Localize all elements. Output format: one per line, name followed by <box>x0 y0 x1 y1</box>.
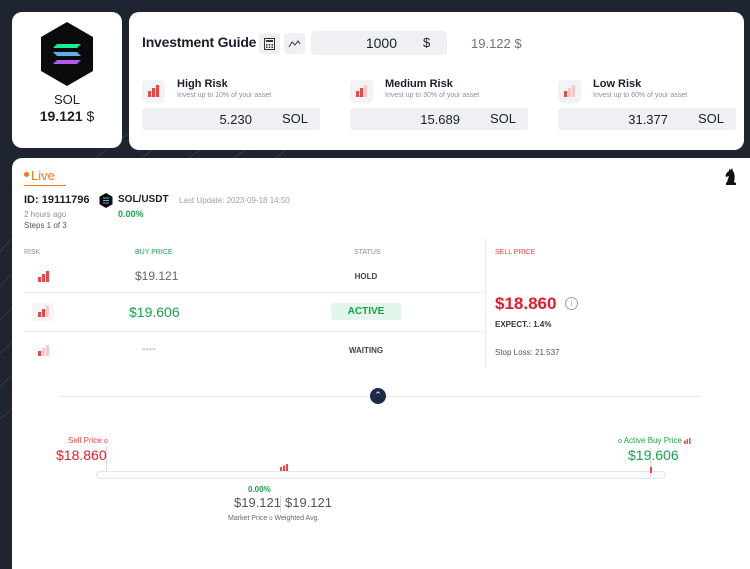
weighted-risk-icon <box>280 464 288 471</box>
risk-low-title: Low Risk <box>593 78 642 90</box>
active-risk-icon <box>684 437 691 444</box>
coin-price: 19.121 $ <box>12 108 122 124</box>
info-icon[interactable]: i <box>565 297 578 310</box>
sell-divider <box>485 238 486 368</box>
stop-loss: Stop Loss: 21.537 <box>495 348 560 357</box>
market-price-value: $19.121 <box>234 495 281 510</box>
coin-card: SOL 19.121 $ <box>12 12 122 148</box>
live-dot-icon <box>24 172 29 178</box>
risk-high-amount: 5.230 SOL <box>142 108 320 130</box>
risk-medium-value: 15.689 <box>420 112 460 127</box>
position-card: Live ID: 19111796 2 hours ago Steps 1 of… <box>12 158 750 569</box>
amount-currency: $ <box>423 35 431 50</box>
risk-high-title: High Risk <box>177 78 228 90</box>
amount-field[interactable]: $ <box>311 31 447 55</box>
last-update: Last Update: 2023-09-18 14:50 <box>179 196 290 205</box>
guide-title: Investment Guide <box>142 34 257 50</box>
risk-medium-unit: SOL <box>489 111 516 126</box>
row-1-status: HOLD <box>354 272 378 281</box>
header-buy-price: BUY PRICE <box>135 249 173 256</box>
coin-price-value: 19.121 <box>39 108 83 124</box>
row-separator <box>24 331 484 332</box>
live-tab[interactable]: Live <box>24 168 55 183</box>
range-active-label: o Active Buy Price <box>618 436 691 445</box>
weighted-avg-value: $19.121 <box>285 495 332 510</box>
solana-logo-icon <box>41 22 93 86</box>
risk-low-icon <box>558 80 581 103</box>
risk-high-row-icon <box>38 271 49 282</box>
coin-price-currency: $ <box>86 108 95 124</box>
header-status: STATUS <box>354 249 381 256</box>
risk-medium-row-icon <box>32 303 54 321</box>
range-sell-label: Sell Price o <box>68 436 108 445</box>
position-id: ID: 19111796 <box>24 194 90 206</box>
risk-high-unit: SOL <box>281 111 308 126</box>
pair-name: SOL/USDT <box>118 194 169 205</box>
expected-profit: EXPECT.: 1.4% <box>495 320 552 329</box>
calculator-button[interactable] <box>259 33 280 54</box>
row-2-status: ACTIVE <box>331 303 401 320</box>
investment-guide-card: Investment Guide $ 19.122 $ High Risk In… <box>129 12 744 150</box>
range-sell-value: $18.860 <box>56 447 107 463</box>
market-change: 0.00% <box>248 485 271 494</box>
risk-high-value: 5.230 <box>219 112 252 127</box>
amount-converted: 19.122 $ <box>471 36 522 51</box>
solana-pair-icon <box>99 193 113 208</box>
position-time-ago: 2 hours ago <box>24 210 67 219</box>
risk-low-amount: 31.377 SOL <box>558 108 736 130</box>
market-weighted-labels: Market Price o Weighted Avg. <box>228 515 320 522</box>
row-3-buy-price: ---- <box>142 344 156 355</box>
risk-medium-desc: Invest up to 30% of your asset <box>385 92 480 99</box>
position-steps: Steps 1 of 3 <box>24 221 67 230</box>
row-3-status: WAITING <box>348 346 384 355</box>
risk-low-unit: SOL <box>697 111 724 126</box>
row-2-buy-price: $19.606 <box>129 304 180 320</box>
sell-price: $18.860 <box>495 294 557 313</box>
risk-medium-title: Medium Risk <box>385 78 453 90</box>
amount-input[interactable] <box>311 31 419 55</box>
chevron-up-icon: ⌃ <box>374 390 382 400</box>
live-tab-underline <box>24 185 66 186</box>
risk-low-desc: Invest up to 60% of your asset <box>593 92 688 99</box>
row-separator <box>24 292 484 293</box>
risk-medium-icon <box>350 80 373 103</box>
range-active-value: $19.606 <box>628 447 679 463</box>
row-1-buy-price: $19.121 <box>135 269 179 283</box>
market-weighted-divider <box>280 496 281 512</box>
header-sell-price: SELL PRICE <box>495 249 536 256</box>
live-label: Live <box>31 168 55 183</box>
active-buy-marker <box>650 467 652 473</box>
pair-change: 0.00% <box>118 209 144 219</box>
coin-name: SOL <box>53 92 80 107</box>
collapse-button[interactable]: ⌃ <box>370 388 386 404</box>
chess-knight-icon[interactable] <box>723 166 739 186</box>
header-risk: RISK <box>24 249 41 256</box>
chart-line-icon <box>288 39 301 47</box>
risk-high-icon <box>142 80 165 103</box>
risk-high-desc: Invest up to 10% of your asset <box>177 92 272 99</box>
price-range-track <box>96 471 666 479</box>
risk-medium-amount: 15.689 SOL <box>350 108 528 130</box>
risk-low-value: 31.377 <box>628 112 668 127</box>
chart-button[interactable] <box>284 33 305 54</box>
risk-low-row-icon <box>38 345 49 356</box>
calculator-icon <box>264 37 275 50</box>
